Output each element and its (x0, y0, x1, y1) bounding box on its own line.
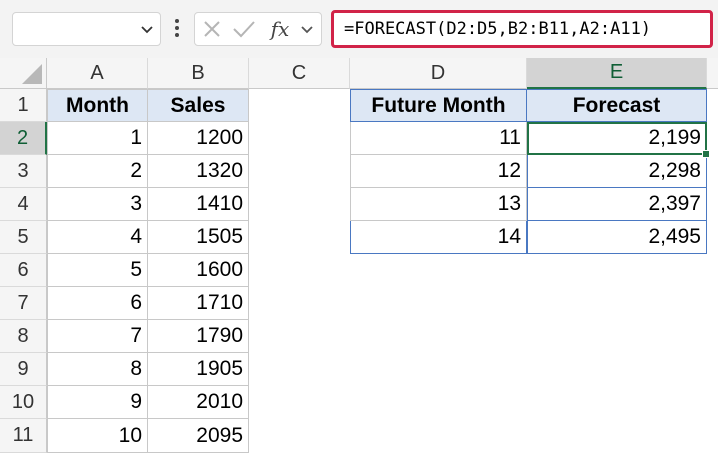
column-header-e[interactable]: E (527, 58, 707, 89)
row-header-1[interactable]: 1 (0, 89, 47, 122)
future-month-cell[interactable]: 13 (350, 188, 527, 221)
formula-input[interactable]: =FORECAST(D2:D5,B2:B11,A2:A11) (331, 10, 713, 48)
header-cell-forecast[interactable]: Forecast (527, 89, 707, 122)
header-cell-future-month[interactable]: Future Month (350, 89, 527, 122)
month-cell[interactable]: 6 (47, 287, 148, 320)
chevron-down-icon[interactable] (140, 22, 154, 36)
sales-cell[interactable]: 1905 (148, 353, 249, 386)
row-header-7[interactable]: 7 (0, 287, 47, 320)
header-cell-month[interactable]: Month (47, 89, 148, 122)
future-month-cell[interactable]: 11 (350, 122, 527, 155)
fill-handle[interactable] (702, 150, 710, 158)
column-header-f[interactable] (707, 58, 718, 89)
row-header-4[interactable]: 4 (0, 188, 47, 221)
insert-function-button[interactable]: fx (265, 13, 295, 45)
row-header-2[interactable]: 2 (0, 122, 47, 155)
forecast-cell[interactable]: 2,397 (527, 188, 707, 221)
cancel-icon[interactable] (202, 19, 222, 39)
row-header-9[interactable]: 9 (0, 353, 47, 386)
month-cell[interactable]: 2 (47, 155, 148, 188)
enter-button[interactable] (229, 13, 259, 45)
enter-check-icon[interactable] (232, 19, 256, 39)
row-header-10[interactable]: 10 (0, 386, 47, 419)
sales-cell[interactable]: 1320 (148, 155, 249, 188)
formula-bar: fx =FORECAST(D2:D5,B2:B11,A2:A11) (0, 0, 718, 58)
row-header-5[interactable]: 5 (0, 221, 47, 254)
month-cell[interactable]: 10 (47, 419, 148, 453)
month-cell[interactable]: 5 (47, 254, 148, 287)
select-all-icon (22, 64, 42, 84)
future-month-cell[interactable]: 12 (350, 155, 527, 188)
sales-cell[interactable]: 1600 (148, 254, 249, 287)
sales-cell[interactable]: 2010 (148, 386, 249, 419)
chevron-down-icon[interactable] (300, 22, 314, 36)
row-header-8[interactable]: 8 (0, 320, 47, 353)
month-cell[interactable]: 7 (47, 320, 148, 353)
sales-cell[interactable]: 1505 (148, 221, 249, 254)
row-header-6[interactable]: 6 (0, 254, 47, 287)
name-box[interactable] (12, 12, 161, 46)
sales-cell[interactable]: 1710 (148, 287, 249, 320)
column-header-d[interactable]: D (350, 58, 527, 89)
sales-cell[interactable]: 1410 (148, 188, 249, 221)
sales-cell[interactable]: 1200 (148, 122, 249, 155)
month-cell[interactable]: 9 (47, 386, 148, 419)
header-cell-sales[interactable]: Sales (148, 89, 249, 122)
function-icon[interactable]: fx (271, 17, 290, 41)
formula-buttons: fx (194, 12, 322, 46)
month-cell[interactable]: 8 (47, 353, 148, 386)
select-all-button[interactable] (0, 58, 47, 89)
month-cell[interactable]: 4 (47, 221, 148, 254)
column-header-b[interactable]: B (148, 58, 249, 89)
sales-cell[interactable]: 1790 (148, 320, 249, 353)
sales-cell[interactable]: 2095 (148, 419, 249, 453)
more-vertical-icon[interactable] (171, 15, 183, 41)
forecast-cell-selected[interactable]: 2,199 (527, 122, 707, 155)
future-month-cell[interactable]: 14 (350, 221, 527, 254)
row-header-11[interactable]: 11 (0, 419, 47, 453)
forecast-cell[interactable]: 2,298 (527, 155, 707, 188)
month-cell[interactable]: 3 (47, 188, 148, 221)
function-dropdown[interactable] (295, 13, 319, 45)
column-header-c[interactable]: C (249, 58, 350, 89)
cancel-button[interactable] (197, 13, 227, 45)
forecast-cell[interactable]: 2,495 (527, 221, 707, 254)
row-header-3[interactable]: 3 (0, 155, 47, 188)
column-header-a[interactable]: A (47, 58, 148, 89)
month-cell[interactable]: 1 (47, 122, 148, 155)
